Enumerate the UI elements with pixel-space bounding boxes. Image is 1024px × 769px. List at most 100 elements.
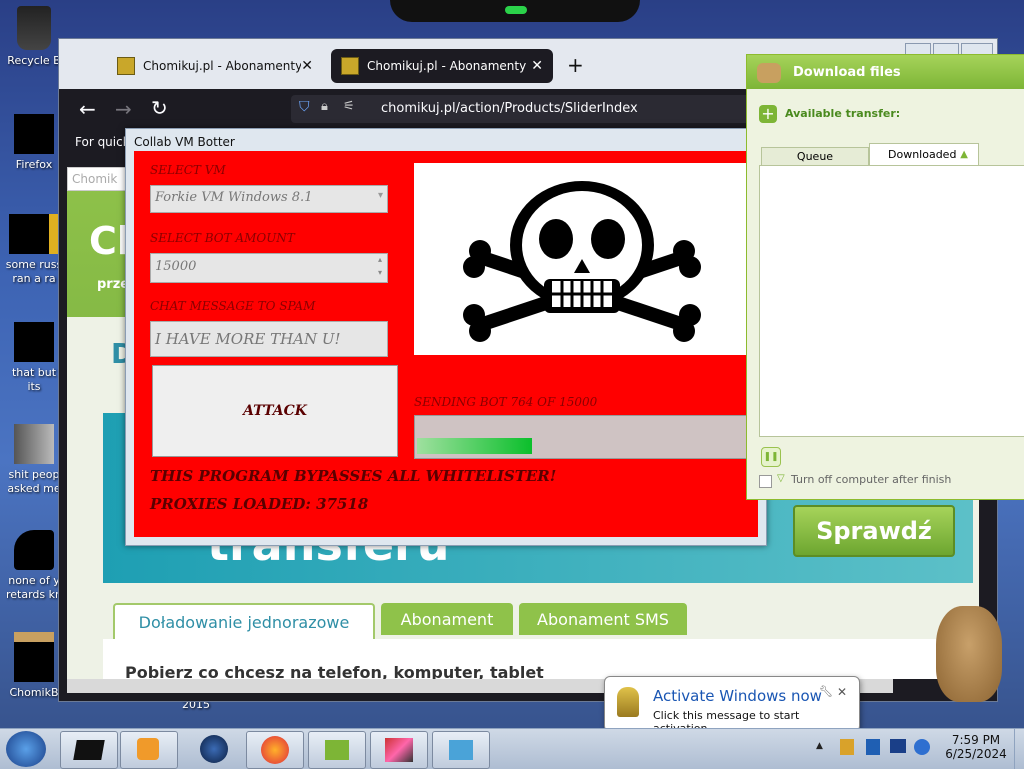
progress-fill [417, 438, 532, 454]
download-app-icon [325, 740, 349, 760]
file-icon [14, 530, 54, 570]
close-tab-icon[interactable]: ✕ [531, 58, 543, 74]
media-player-icon [137, 738, 159, 760]
page-tab-sms[interactable]: Abonament SMS [519, 603, 687, 635]
network-icon[interactable] [866, 739, 880, 755]
back-arrow-icon[interactable]: ← [79, 97, 96, 121]
start-button[interactable] [6, 731, 46, 767]
taskbar-app-download[interactable] [308, 731, 366, 769]
hamster-logo-icon [757, 63, 781, 83]
recycle-bin-icon [17, 6, 51, 50]
wrench-icon[interactable]: 🔧︎ [819, 685, 833, 698]
sprawdz-button[interactable]: Sprawdź [793, 505, 955, 557]
plus-icon[interactable]: + [759, 105, 777, 123]
desktop-icon-file-3[interactable]: none of y retards kn [4, 530, 64, 602]
tab-queue[interactable]: Queue [761, 147, 869, 167]
site-logo: Cl [89, 219, 130, 263]
taskbar-media-player[interactable] [120, 731, 178, 769]
desktop-icon-label: ChomikB [9, 686, 59, 699]
tab-title: Chomikuj.pl - Abonamenty i Do [143, 59, 302, 73]
taskbar-app-1[interactable] [60, 731, 118, 769]
chat-message-input[interactable]: I HAVE MORE THAN U! [150, 321, 388, 357]
bot-amount-value: 15000 [155, 259, 197, 274]
show-desktop-button[interactable] [1014, 729, 1024, 769]
folder-icon [14, 424, 54, 464]
stepper-down-icon[interactable]: ▾ [374, 268, 386, 280]
page-tab-subscription[interactable]: Abonament [381, 603, 513, 635]
taskbar-firefox[interactable] [246, 731, 304, 769]
downloaded-list [759, 165, 1024, 437]
monitor-icon[interactable] [890, 739, 906, 753]
desktop-icon-label: that but its [11, 366, 57, 393]
taskbar-app-chomikbox[interactable] [432, 731, 490, 769]
pause-icon[interactable]: ❚❚ [761, 447, 781, 467]
desktop-icon-firefox[interactable]: Firefox [4, 114, 64, 172]
download-title: Download files [793, 65, 901, 80]
bypass-note: THIS PROGRAM BYPASSES ALL WHITELISTER! [150, 467, 557, 485]
bot-amount-label: SELECT BOT AMOUNT [150, 231, 295, 245]
desktop-icon-folder[interactable]: shit peop asked me [4, 424, 64, 496]
lock-icon: 🔒︎ [321, 99, 328, 114]
wallpaper-led [505, 6, 527, 14]
clock[interactable]: 7:59 PM 6/25/2024 [944, 733, 1008, 761]
new-tab-button[interactable]: + [567, 53, 584, 77]
taskbar: ▲ 7:59 PM 6/25/2024 [0, 728, 1024, 769]
chat-message-label: CHAT MESSAGE TO SPAM [150, 299, 316, 313]
desktop-icon-recycle-bin[interactable]: Recycle B [4, 6, 64, 68]
select-vm-label: SELECT VM [150, 163, 226, 177]
desktop-icon-label: shit peop asked me [7, 468, 61, 495]
tab-downloaded[interactable]: Downloaded ▲ [869, 143, 979, 165]
clock-date: 6/25/2024 [945, 747, 1007, 761]
attack-button[interactable]: ATTACK [152, 365, 398, 457]
key-icon [617, 687, 639, 717]
sending-progress-bar [414, 415, 754, 459]
volume-icon[interactable] [914, 739, 930, 755]
taskbar-app-media[interactable] [370, 731, 428, 769]
desktop-icon-file-2[interactable]: that but its [4, 322, 64, 394]
activation-title: Activate Windows now [653, 687, 822, 705]
sort-up-icon: ▲ [960, 149, 968, 160]
bot-amount-stepper[interactable]: 15000 ▴ ▾ [150, 253, 388, 283]
reload-icon[interactable]: ↻ [151, 96, 168, 120]
turn-off-checkbox[interactable] [759, 475, 772, 488]
firefox-icon [14, 114, 54, 154]
page-tab-one-time[interactable]: Doładowanie jednorazowe [113, 603, 375, 639]
globe-icon [200, 735, 228, 763]
tab-chomikuj-1[interactable]: Chomikuj.pl - Abonamenty i Do ✕ [107, 49, 323, 83]
file-icon [14, 322, 54, 362]
file-icon [9, 214, 59, 254]
desktop-icon-label: some russ ran a ra [5, 258, 63, 285]
bookmarks-hint-text: For quick [75, 135, 130, 149]
chat-message-value: I HAVE MORE THAN U! [155, 330, 341, 348]
activation-balloon[interactable]: Activate Windows now Click this message … [604, 676, 860, 735]
hamster-mascot [936, 606, 1002, 702]
site-search-input[interactable]: Chomik [67, 167, 127, 191]
chevron-down-icon: ▽ [777, 473, 785, 484]
desktop-icon-label: Recycle B [7, 54, 61, 67]
chomikuj-favicon-icon [117, 57, 135, 75]
tab-chomikuj-2[interactable]: Chomikuj.pl - Abonamenty i Do ✕ [331, 49, 553, 83]
desktop-icon-file-1[interactable]: some russ ran a ra [4, 214, 64, 286]
proxies-loaded-text: PROXIES LOADED: 37518 [150, 495, 369, 513]
show-hidden-icons-icon[interactable]: ▲ [816, 741, 823, 751]
stepper-up-icon[interactable]: ▴ [374, 255, 386, 267]
close-icon[interactable]: ✕ [837, 685, 847, 699]
chomikbox-icon [14, 632, 54, 682]
close-tab-icon[interactable]: ✕ [301, 58, 313, 74]
desktop-icon-label: Firefox [15, 158, 53, 171]
desktop-icon-label: none of y retards kn [6, 574, 62, 601]
vm-select[interactable]: Forkie VM Windows 8.1 ▾ [150, 185, 388, 213]
clock-time: 7:59 PM [951, 733, 1001, 747]
botter-title: Collab VM Botter [134, 135, 235, 149]
turn-off-label: Turn off computer after finish [791, 473, 952, 486]
vm-select-value: Forkie VM Windows 8.1 [155, 190, 313, 205]
flag-icon[interactable] [840, 739, 854, 755]
tab-downloaded-label: Downloaded [888, 148, 957, 161]
desktop-icon-chomikbox[interactable]: ChomikB [4, 632, 64, 700]
taskbar-app-globe[interactable] [186, 731, 242, 767]
botter-window: Collab VM Botter SELECT VM Forkie VM Win… [125, 128, 767, 546]
available-transfer-label: Available transfer: [785, 107, 901, 120]
firefox-icon [261, 736, 289, 764]
shield-icon: ⛉ [299, 99, 310, 115]
forward-arrow-icon[interactable]: → [115, 97, 132, 121]
